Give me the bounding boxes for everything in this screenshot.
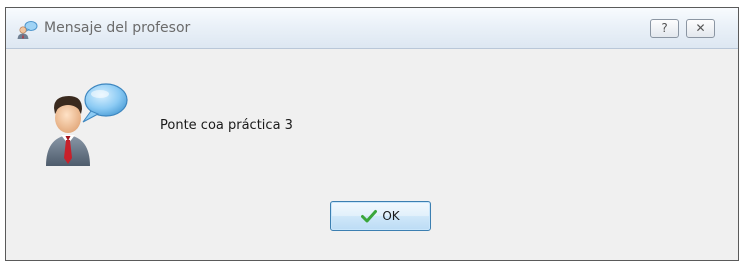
teacher-speech-bubble-icon: [46, 83, 128, 166]
teacher-message-icon: [17, 21, 38, 39]
window-title: Mensaje del profesor: [44, 20, 191, 36]
help-icon: ?: [661, 21, 668, 35]
dialog-window: Mensaje del profesor ? ✕ Ponte coa práct…: [5, 7, 739, 261]
help-button[interactable]: ?: [650, 19, 679, 38]
close-icon: ✕: [695, 21, 706, 35]
ok-button-label: OK: [382, 209, 400, 223]
dialog-body: Ponte coa práctica 3 OK: [6, 49, 738, 260]
title-bar[interactable]: Mensaje del profesor ? ✕: [6, 8, 738, 49]
green-check-icon: [361, 210, 378, 223]
close-button[interactable]: ✕: [686, 19, 715, 38]
message-text: Ponte coa práctica 3: [160, 118, 293, 133]
ok-button[interactable]: OK: [330, 201, 431, 231]
